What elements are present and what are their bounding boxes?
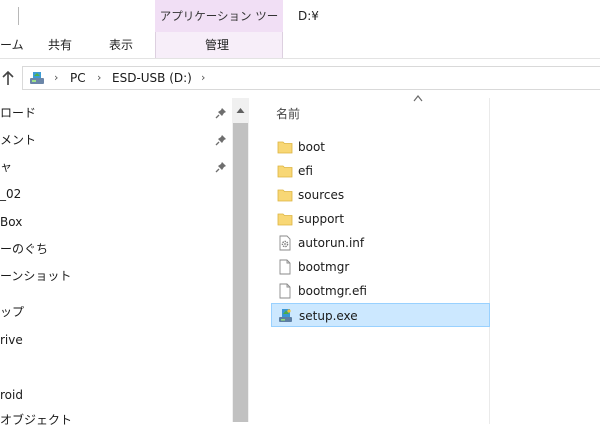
up-arrow-icon[interactable] xyxy=(0,66,16,90)
file-row-autorun[interactable]: autorun.inf xyxy=(271,231,490,255)
breadcrumb-pc[interactable]: PC xyxy=(70,66,86,90)
tab-share[interactable]: 共有 xyxy=(48,32,72,58)
nav-item-pictures[interactable]: ャ xyxy=(0,155,12,179)
file-name: support xyxy=(298,212,345,226)
nav-item-desktop[interactable]: ップ xyxy=(0,300,24,324)
file-icon xyxy=(279,283,291,299)
file-name: setup.exe xyxy=(299,309,358,323)
drive-icon xyxy=(30,72,44,84)
file-row-support[interactable]: support xyxy=(271,207,490,231)
window-title: D:¥ xyxy=(298,9,319,23)
file-name: sources xyxy=(298,188,345,202)
file-name: bootmgr.efi xyxy=(298,284,367,298)
file-row-bootmgr[interactable]: bootmgr xyxy=(271,255,490,279)
file-row-bootmgr-efi[interactable]: bootmgr.efi xyxy=(271,279,490,303)
tab-home[interactable]: ーム xyxy=(0,32,24,58)
breadcrumb-chevron-icon[interactable]: › xyxy=(54,66,58,90)
folder-icon xyxy=(277,189,293,202)
file-name: autorun.inf xyxy=(298,236,365,250)
file-row-sources[interactable]: sources xyxy=(271,183,490,207)
nav-item-folder-02[interactable]: _02 xyxy=(0,182,21,206)
breadcrumb-chevron-icon[interactable]: › xyxy=(97,66,101,90)
file-name: efi xyxy=(298,164,313,178)
nav-item-dropbox[interactable]: Box xyxy=(0,210,22,234)
setup-exe-icon xyxy=(279,309,292,322)
contextual-tab-header: アプリケーション ツール xyxy=(159,9,279,55)
file-row-efi[interactable]: efi xyxy=(271,159,490,183)
file-name: bootmgr xyxy=(298,260,350,274)
quick-access-separator xyxy=(18,7,19,25)
sort-ascending-icon xyxy=(413,95,423,102)
file-row-boot[interactable]: boot xyxy=(271,135,490,159)
breadcrumb-chevron-icon[interactable]: › xyxy=(201,66,205,90)
column-header-name[interactable]: 名前 xyxy=(276,104,300,124)
ribbon-divider xyxy=(0,58,600,59)
pin-icon[interactable] xyxy=(215,161,227,173)
pin-icon[interactable] xyxy=(215,134,227,146)
nav-item-documents[interactable]: メント xyxy=(0,128,36,152)
folder-icon xyxy=(277,213,293,226)
breadcrumb-drive[interactable]: ESD-USB (D:) xyxy=(112,66,192,90)
nav-item-3d-objects[interactable]: オブジェクト xyxy=(0,408,72,432)
nav-item-android[interactable]: roid xyxy=(0,383,23,407)
file-icon xyxy=(279,259,291,275)
nav-item-downloads[interactable]: ロード xyxy=(0,101,36,125)
file-name: boot xyxy=(298,140,326,154)
folder-icon xyxy=(277,165,293,178)
address-bar[interactable] xyxy=(22,66,600,90)
tab-manage[interactable]: 管理 xyxy=(205,32,229,58)
folder-icon xyxy=(277,141,293,154)
nav-item-onedrive[interactable]: rive xyxy=(0,328,23,352)
settings-file-icon xyxy=(279,235,291,251)
scroll-up-arrow-icon[interactable] xyxy=(232,98,249,122)
nav-item-user-folder[interactable]: ーのぐち xyxy=(0,237,48,261)
ribbon-tabs xyxy=(0,32,600,58)
nav-item-screenshots[interactable]: ーンショット xyxy=(0,264,71,288)
tab-view[interactable]: 表示 xyxy=(109,32,133,58)
file-row-setup-exe[interactable]: setup.exe xyxy=(271,303,490,327)
pin-icon[interactable] xyxy=(215,107,227,119)
nav-scrollbar-thumb[interactable] xyxy=(233,123,248,422)
